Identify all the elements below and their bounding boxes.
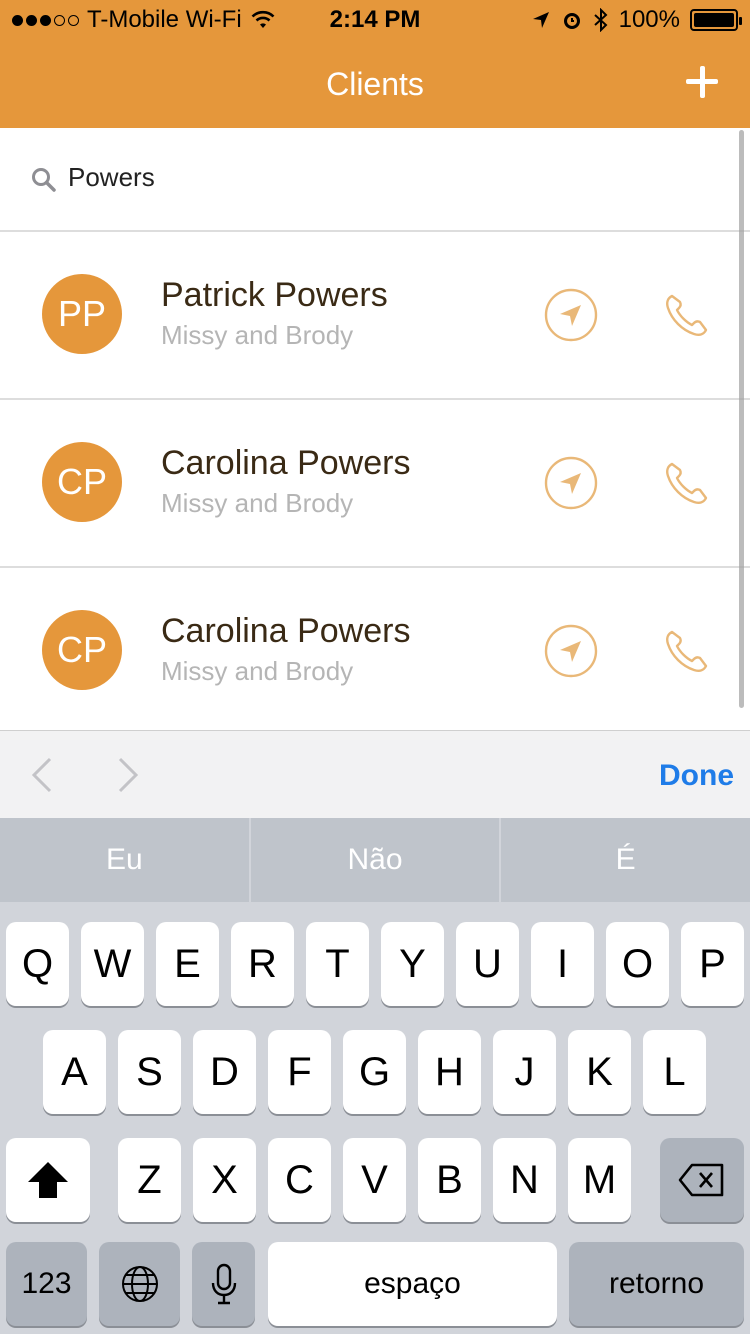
bluetooth-icon xyxy=(593,8,608,32)
client-name: Carolina Powers xyxy=(161,612,411,650)
numbers-key[interactable]: 123 xyxy=(6,1242,87,1326)
keyboard: Eu Não É Q W E R T Y U I O P A S D F G H… xyxy=(0,818,750,1334)
battery-icon xyxy=(690,9,742,31)
done-button[interactable]: Done xyxy=(659,759,734,793)
key-m[interactable]: M xyxy=(568,1138,631,1222)
avatar: CP xyxy=(42,610,122,690)
key-o[interactable]: O xyxy=(606,922,669,1006)
keyboard-accessory-bar: Done xyxy=(0,730,750,818)
key-w[interactable]: W xyxy=(81,922,144,1006)
avatar: PP xyxy=(42,274,122,354)
shift-key[interactable] xyxy=(6,1138,90,1222)
key-r[interactable]: R xyxy=(231,922,294,1006)
space-key[interactable]: espaço xyxy=(268,1242,557,1326)
client-row[interactable]: PP Patrick Powers Missy and Brody xyxy=(0,232,750,400)
key-e[interactable]: E xyxy=(156,922,219,1006)
key-s[interactable]: S xyxy=(118,1030,181,1114)
key-v[interactable]: V xyxy=(343,1138,406,1222)
key-n[interactable]: N xyxy=(493,1138,556,1222)
search-bar[interactable]: Powers xyxy=(0,128,750,232)
globe-icon xyxy=(121,1266,158,1302)
scrollbar[interactable] xyxy=(739,130,744,708)
alarm-icon xyxy=(563,13,580,29)
key-t[interactable]: T xyxy=(306,922,369,1006)
client-subtitle: Missy and Brody xyxy=(161,656,354,686)
status-bar: T-Mobile Wi-Fi 2:14 PM 100% xyxy=(0,0,750,40)
search-input[interactable]: Powers xyxy=(68,162,155,193)
key-x[interactable]: X xyxy=(193,1138,256,1222)
battery-percent: 100% xyxy=(618,6,680,33)
avatar: CP xyxy=(42,442,122,522)
phone-icon[interactable] xyxy=(662,458,712,508)
client-subtitle: Missy and Brody xyxy=(161,320,354,350)
key-j[interactable]: J xyxy=(493,1030,556,1114)
key-c[interactable]: C xyxy=(268,1138,331,1222)
client-row[interactable]: CP Carolina Powers Missy and Brody xyxy=(0,568,750,730)
navigate-icon[interactable] xyxy=(544,624,598,678)
add-client-button[interactable] xyxy=(684,64,720,100)
key-p[interactable]: P xyxy=(681,922,744,1006)
key-b[interactable]: B xyxy=(418,1138,481,1222)
page-title: Clients xyxy=(326,66,424,102)
microphone-icon xyxy=(211,1263,236,1305)
dictation-key[interactable] xyxy=(192,1242,255,1326)
chevron-right-icon[interactable] xyxy=(112,755,142,795)
key-d[interactable]: D xyxy=(193,1030,256,1114)
location-arrow-icon xyxy=(532,12,549,28)
return-key[interactable]: retorno xyxy=(569,1242,744,1326)
key-i[interactable]: I xyxy=(531,922,594,1006)
backspace-icon xyxy=(678,1163,724,1197)
key-a[interactable]: A xyxy=(43,1030,106,1114)
key-g[interactable]: G xyxy=(343,1030,406,1114)
search-icon xyxy=(32,168,56,192)
delete-key[interactable] xyxy=(660,1138,744,1222)
prediction-item[interactable]: É xyxy=(501,818,750,902)
key-q[interactable]: Q xyxy=(6,922,69,1006)
client-row[interactable]: CP Carolina Powers Missy and Brody xyxy=(0,400,750,568)
key-u[interactable]: U xyxy=(456,922,519,1006)
key-h[interactable]: H xyxy=(418,1030,481,1114)
client-list: PP Patrick Powers Missy and Brody CP Car… xyxy=(0,232,750,730)
client-subtitle: Missy and Brody xyxy=(161,488,354,518)
key-f[interactable]: F xyxy=(268,1030,331,1114)
navigate-icon[interactable] xyxy=(544,456,598,510)
client-name: Carolina Powers xyxy=(161,444,411,482)
client-name: Patrick Powers xyxy=(161,276,388,314)
prediction-item[interactable]: Não xyxy=(251,818,502,902)
shift-icon xyxy=(28,1162,68,1198)
key-k[interactable]: K xyxy=(568,1030,631,1114)
prediction-item[interactable]: Eu xyxy=(0,818,251,902)
phone-icon[interactable] xyxy=(662,626,712,676)
key-z[interactable]: Z xyxy=(118,1138,181,1222)
top-bar: T-Mobile Wi-Fi 2:14 PM 100% Clients xyxy=(0,0,750,128)
prediction-bar: Eu Não É xyxy=(0,818,750,902)
key-l[interactable]: L xyxy=(643,1030,706,1114)
globe-key[interactable] xyxy=(99,1242,180,1326)
phone-icon[interactable] xyxy=(662,290,712,340)
chevron-left-icon[interactable] xyxy=(28,755,58,795)
key-y[interactable]: Y xyxy=(381,922,444,1006)
navigate-icon[interactable] xyxy=(544,288,598,342)
